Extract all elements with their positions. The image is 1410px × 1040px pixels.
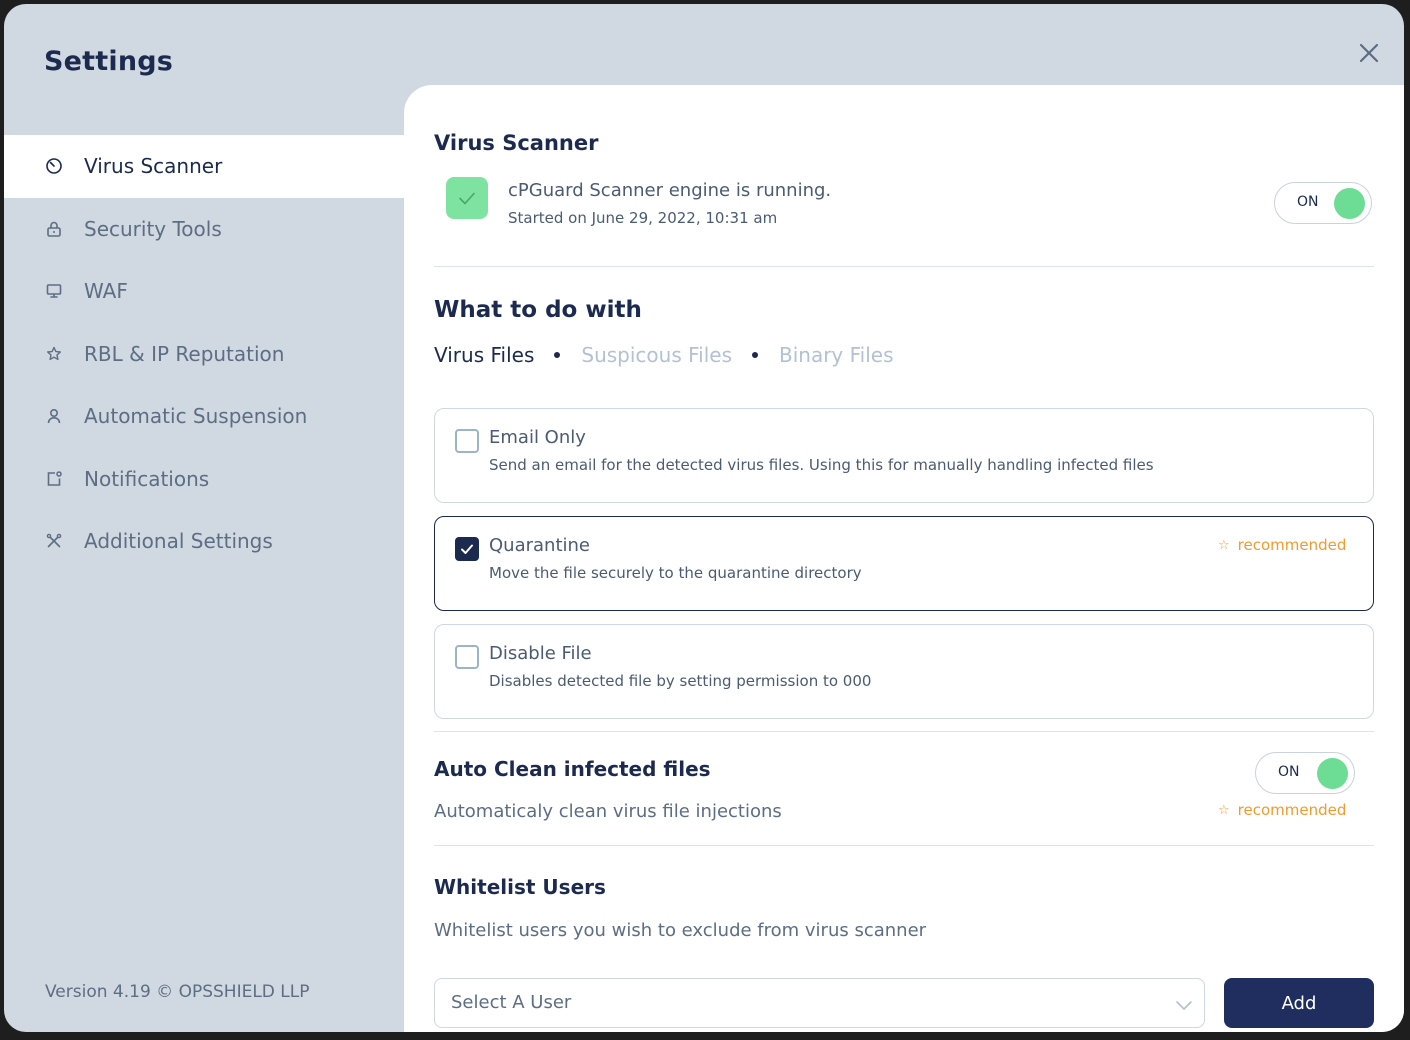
section-heading-auto-clean: Auto Clean infected files [434,757,711,781]
sidebar-nav: Virus Scanner Security Tools WAF RBL & I… [4,135,404,573]
tab-virus-files[interactable]: Virus Files [434,343,534,367]
recommended-label: recommended [1237,801,1347,819]
star-icon: ☆ [1218,802,1230,818]
select-user-placeholder: Select A User [451,992,572,1013]
settings-modal: Settings Virus Scanner Security Tools WA… [4,4,1404,1032]
chevron-down-icon [1176,1001,1192,1010]
sidebar-item-label: Virus Scanner [84,154,223,179]
section-heading-what-to-do: What to do with [434,297,642,323]
recommended-label: recommended [1237,536,1347,554]
auto-clean-description: Automaticaly clean virus file injections [434,801,782,822]
toggle-knob [1317,758,1348,789]
checkbox-disable-file[interactable] [455,645,479,669]
option-title: Disable File [489,643,592,664]
option-description: Send an email for the detected virus fil… [489,456,1154,474]
checkbox-quarantine[interactable] [455,537,479,561]
option-quarantine[interactable]: Quarantine Move the file securely to the… [434,516,1374,611]
sidebar-item-security-tools[interactable]: Security Tools [4,198,404,261]
timer-icon [44,156,64,176]
star-icon: ☆ [1218,537,1230,553]
lock-icon [44,219,64,239]
user-icon [44,406,64,426]
modal-title: Settings [44,46,174,77]
notification-icon [44,469,64,489]
sidebar-item-virus-scanner[interactable]: Virus Scanner [4,135,404,198]
option-email-only[interactable]: Email Only Send an email for the detecte… [434,408,1374,503]
tab-separator [554,352,561,358]
sidebar-item-label: Automatic Suspension [84,404,308,429]
sidebar-item-label: Security Tools [84,216,222,241]
option-description: Disables detected file by setting permis… [489,672,872,690]
sidebar-item-waf[interactable]: WAF [4,260,404,323]
toggle-knob [1334,188,1365,219]
recommended-badge: ☆ recommended [1218,536,1346,554]
option-description: Move the file securely to the quarantine… [489,564,862,582]
sidebar-item-automatic-suspension[interactable]: Automatic Suspension [4,385,404,448]
option-disable-file[interactable]: Disable File Disables detected file by s… [434,624,1374,719]
sidebar-item-rbl-ip-reputation[interactable]: RBL & IP Reputation [4,323,404,386]
sidebar-item-label: RBL & IP Reputation [84,341,285,366]
checkmark-icon [461,544,473,554]
option-title: Email Only [489,427,586,448]
settings-content: Virus Scanner cPGuard Scanner engine is … [404,85,1404,1032]
tab-suspicious-files[interactable]: Suspicous Files [581,343,732,367]
check-icon [459,192,475,205]
close-icon [1359,43,1379,63]
checkbox-email-only[interactable] [455,429,479,453]
version-text: Version 4.19 © OPSSHIELD LLP [45,982,310,1002]
toggle-label: ON [1278,764,1300,780]
whitelist-description: Whitelist users you wish to exclude from… [434,920,927,941]
sidebar-item-label: Notifications [84,466,210,491]
file-type-tabs: Virus Files Suspicous Files Binary Files [434,343,894,367]
option-title: Quarantine [489,535,590,556]
divider [434,266,1374,267]
select-user-dropdown[interactable]: Select A User [434,978,1205,1028]
recommended-badge: ☆ recommended [1218,801,1346,819]
sidebar-item-label: Additional Settings [84,529,273,554]
engine-status-badge [446,177,488,219]
engine-started-text: Started on June 29, 2022, 10:31 am [508,209,778,227]
sidebar-item-additional-settings[interactable]: Additional Settings [4,510,404,573]
tab-binary-files[interactable]: Binary Files [779,343,894,367]
tools-icon [44,531,64,551]
star-icon [44,344,64,364]
sidebar-item-notifications[interactable]: Notifications [4,448,404,511]
auto-clean-toggle[interactable]: ON [1255,752,1355,794]
monitor-icon [44,281,64,301]
sidebar-item-label: WAF [84,279,128,304]
tab-separator [752,352,758,358]
divider [434,845,1374,846]
section-heading-whitelist: Whitelist Users [434,875,606,899]
engine-status-text: cPGuard Scanner engine is running. [508,180,832,201]
toggle-label: ON [1297,194,1319,210]
close-button[interactable] [1356,40,1382,66]
scanner-engine-toggle[interactable]: ON [1274,182,1372,224]
add-user-button[interactable]: Add [1224,978,1374,1028]
section-heading-virus-scanner: Virus Scanner [434,131,599,155]
divider [434,731,1374,732]
